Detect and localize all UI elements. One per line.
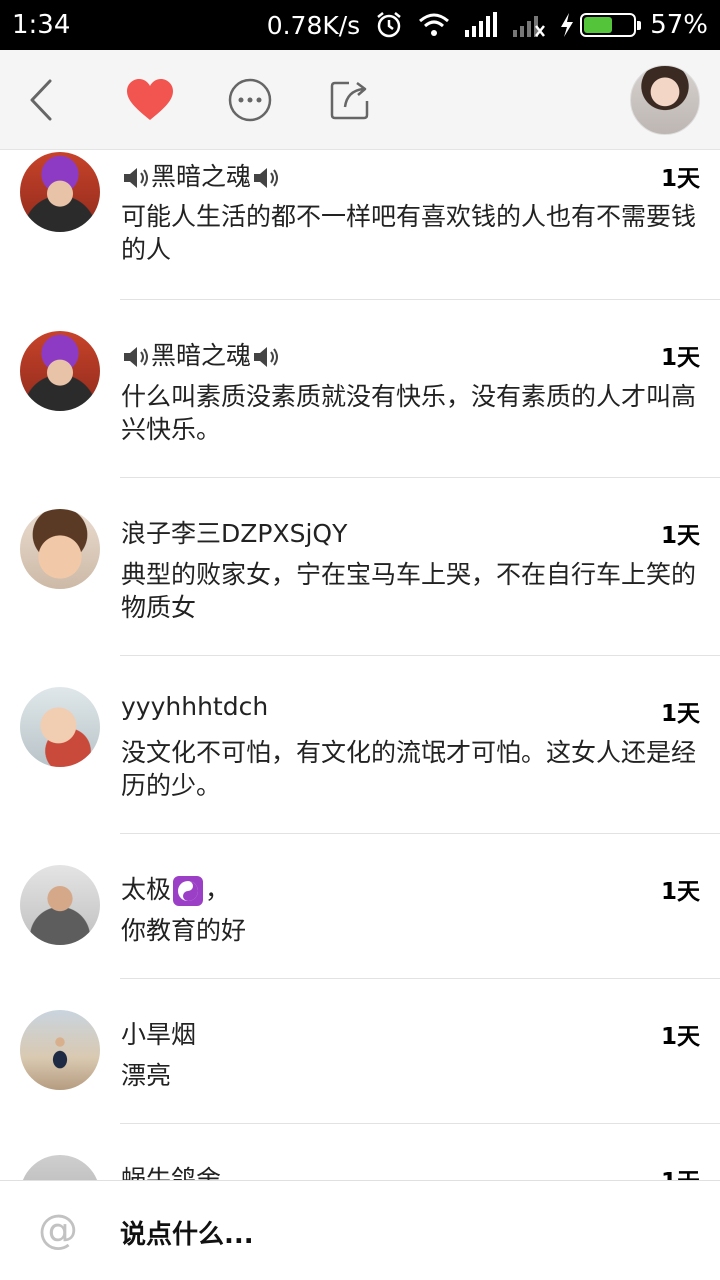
mention-button[interactable]: @ [38, 1207, 78, 1253]
comment-text: 漂亮 [121, 1061, 172, 1090]
back-button[interactable] [12, 70, 72, 130]
speaker-icon [254, 168, 279, 188]
comment-text: 没文化不可怕，有文化的流氓才可怕。这女人还是经历的少。 [121, 738, 697, 800]
wifi-icon [418, 12, 450, 38]
status-time: 1:34 [12, 10, 71, 40]
comment-input[interactable]: 说点什么... [120, 1214, 254, 1251]
status-bar: 1:34 0.78K/s 57% [0, 0, 720, 50]
comment-text: 典型的败家女，宁在宝马车上哭，不在自行车上笑的物质女 [121, 560, 697, 622]
signal-off-icon [512, 12, 546, 38]
battery-icon [580, 13, 642, 37]
share-button[interactable] [320, 70, 380, 130]
speaker-icon [124, 168, 148, 188]
avatar[interactable] [20, 687, 100, 767]
comment-author[interactable]: yyyhhhtdch [121, 692, 268, 721]
comment-author[interactable]: 蜗牛鸽舍 [121, 1160, 221, 1180]
more-button[interactable] [220, 70, 280, 130]
avatar[interactable] [20, 865, 100, 945]
author-name: 黑暗之魂 [151, 162, 252, 191]
avatar[interactable] [20, 331, 100, 411]
battery-fill [584, 17, 612, 33]
signal-icon [464, 12, 498, 38]
comment-item[interactable]: yyyhhhtdch 1天 没文化不可怕，有文化的流氓才可怕。这女人还是经历的少… [0, 656, 720, 834]
comment-list: 黑暗之魂 1天 可能人生活的都不一样吧有喜欢钱的人也有不需要钱的人 黑暗之魂 1… [0, 150, 720, 1180]
comment-item[interactable]: 蜗牛鸽舍 1天 [0, 1124, 720, 1180]
comment-author[interactable]: 太极 ， [121, 870, 230, 906]
yin-yang-icon [173, 876, 204, 906]
avatar[interactable] [20, 1010, 100, 1090]
comment-time: 1天 [660, 523, 700, 549]
avatar[interactable] [20, 509, 100, 589]
comment-time: 1天 [660, 879, 700, 905]
author-name-suffix: ， [205, 875, 231, 904]
comment-item[interactable]: 小旱烟 1天 漂亮 [0, 979, 720, 1124]
author-name: 黑暗之魂 [151, 341, 252, 370]
comment-time: 1天 [661, 1162, 700, 1180]
speaker-icon [254, 347, 279, 367]
alarm-icon [374, 10, 404, 40]
comment-author[interactable]: 浪子李三DZPXSjQY [121, 514, 347, 550]
like-button[interactable] [120, 70, 180, 130]
battery-percent: 57% [650, 10, 708, 40]
comment-author[interactable]: 小旱烟 [121, 1015, 196, 1051]
comment-input-bar[interactable]: @ 说点什么... [0, 1180, 720, 1280]
avatar[interactable] [20, 1155, 100, 1180]
comment-item[interactable]: 浪子李三DZPXSjQY 1天 典型的败家女，宁在宝马车上哭，不在自行车上笑的物… [0, 478, 720, 656]
comment-author[interactable]: 黑暗之魂 [121, 157, 281, 193]
comment-time: 1天 [660, 345, 700, 371]
comment-text: 什么叫素质没素质就没有快乐，没有素质的人才叫高兴快乐。 [121, 382, 697, 444]
avatar[interactable] [20, 152, 100, 232]
more-icon [228, 78, 272, 122]
comment-item[interactable]: 黑暗之魂 1天 可能人生活的都不一样吧有喜欢钱的人也有不需要钱的人 [0, 150, 720, 300]
speaker-icon [124, 347, 148, 367]
battery: 57% [560, 10, 708, 40]
comment-author[interactable]: 黑暗之魂 [121, 336, 281, 372]
comment-text: 可能人生活的都不一样吧有喜欢钱的人也有不需要钱的人 [121, 202, 697, 264]
comment-time: 1天 [660, 1024, 700, 1050]
comment-item[interactable]: 太极 ， 1天 你教育的好 [0, 834, 720, 979]
toolbar [0, 50, 720, 150]
charging-icon [560, 13, 574, 37]
comment-item[interactable]: 黑暗之魂 1天 什么叫素质没素质就没有快乐，没有素质的人才叫高兴快乐。 [0, 300, 720, 478]
comment-text: 你教育的好 [121, 916, 247, 945]
net-speed: 0.78K/s [266, 10, 361, 40]
author-avatar[interactable] [630, 65, 700, 135]
heart-icon [127, 79, 173, 120]
status-icons: 0.78K/s 57% [267, 10, 708, 40]
author-name: 太极 [121, 875, 172, 904]
comment-time: 1天 [660, 166, 700, 192]
share-icon [330, 81, 369, 120]
back-icon [30, 79, 52, 121]
comment-time: 1天 [660, 701, 700, 727]
